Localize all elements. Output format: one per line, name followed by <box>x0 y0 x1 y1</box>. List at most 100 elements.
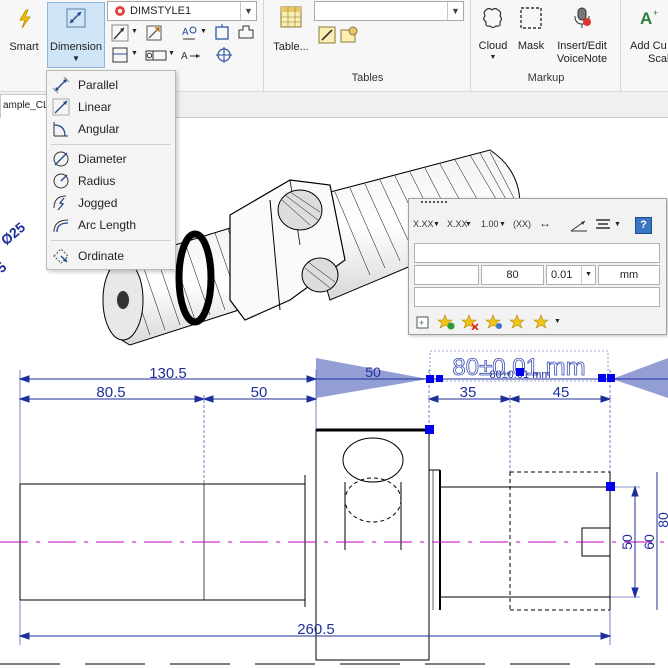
cloud-button[interactable]: Cloud ▼ <box>474 2 512 66</box>
mask-button[interactable]: Mask <box>514 2 548 64</box>
dim-130-5: 130.5 <box>149 365 187 382</box>
table-button[interactable]: Table... <box>268 2 314 64</box>
svg-text:A: A <box>640 9 652 28</box>
chevron-down-icon[interactable]: ▼ <box>433 221 440 228</box>
crosshair-icon[interactable] <box>215 46 233 64</box>
edit-favorite-icon[interactable] <box>485 314 503 330</box>
mask-icon <box>520 7 542 29</box>
dim-50: 50 <box>251 384 268 401</box>
chevron-down-icon[interactable]: ▼ <box>465 221 472 228</box>
unit-field[interactable]: mm <box>598 265 660 285</box>
add-favorite-icon[interactable] <box>437 314 455 330</box>
suffix-field[interactable] <box>414 287 660 307</box>
grips[interactable] <box>425 368 615 491</box>
chevron-down-icon[interactable]: ▼ <box>131 50 138 57</box>
help-button[interactable]: ? <box>635 217 652 234</box>
menu-item-ordinate[interactable]: Ordinate <box>47 245 175 267</box>
chevron-down-icon[interactable]: ▼ <box>168 50 175 57</box>
menu-label: Linear <box>78 100 112 114</box>
diameter-dim-icon <box>53 151 69 167</box>
table-properties-icon[interactable] <box>340 26 358 44</box>
chevron-down-icon[interactable]: ▼ <box>499 221 506 228</box>
dim-35: 35 <box>460 384 477 401</box>
menu-label: Parallel <box>78 78 119 92</box>
menu-item-parallel[interactable]: Parallel <box>47 74 175 96</box>
dimstyle-icon <box>115 6 125 16</box>
tables-group-label: Tables <box>351 72 384 84</box>
menu-item-linear[interactable]: Linear <box>47 96 175 118</box>
datum-icon[interactable] <box>213 24 231 42</box>
menu-item-angular[interactable]: Angular <box>47 118 175 140</box>
dim-80-5: 80.5 <box>96 384 125 401</box>
add-label-2: Scal <box>648 53 668 65</box>
cloud-label: Cloud <box>478 40 508 52</box>
frame-icon[interactable] <box>111 46 129 64</box>
chevron-down-icon[interactable]: ▼ <box>447 2 463 20</box>
mask-label: Mask <box>517 40 545 52</box>
dim-80-vertical: 80 <box>655 512 668 528</box>
preview-arrow-right <box>612 358 668 398</box>
table-icon <box>280 6 302 28</box>
document-tab[interactable]: ample_CL <box>0 94 48 118</box>
menu-item-jogged[interactable]: Jogged <box>47 192 175 214</box>
favorites-list-icon[interactable] <box>533 314 551 330</box>
insert-symbol-icon[interactable]: + <box>415 314 431 330</box>
chevron-down-icon: ▼ <box>72 54 80 63</box>
dim-diameter-25: Ø25 <box>0 219 28 248</box>
chevron-down-icon: ▼ <box>489 54 497 61</box>
dimension-label: Dimension <box>50 41 102 53</box>
surface-texture-icon[interactable] <box>237 24 255 42</box>
dimension-button[interactable]: Dimension ▼ <box>47 2 105 68</box>
chevron-down-icon[interactable]: ▼ <box>581 266 595 284</box>
chevron-down-icon[interactable]: ▼ <box>200 28 207 35</box>
table-style-select[interactable]: ▼ <box>314 1 464 21</box>
smart-button[interactable]: Smart <box>4 2 44 64</box>
add-scale-icon: A + <box>640 8 658 28</box>
menu-label: Arc Length <box>78 218 137 232</box>
dimension-dropdown-menu: Parallel Linear Angular Diameter Radius … <box>46 70 176 270</box>
table-label: Table... <box>273 41 309 53</box>
leader-icon[interactable] <box>111 24 129 42</box>
chevron-down-icon[interactable]: ▼ <box>614 221 621 228</box>
prefix-field[interactable] <box>414 243 660 263</box>
add-custom-scale-button[interactable]: A + Add Cu Scal <box>624 2 668 68</box>
balloon-icon[interactable]: A <box>180 24 198 42</box>
chevron-down-icon[interactable]: ▼ <box>131 28 138 35</box>
dimstyle-select[interactable]: DIMSTYLE1 ▼ <box>107 1 257 21</box>
menu-label: Radius <box>78 174 116 188</box>
markup-group-label: Markup <box>527 72 565 84</box>
favorite-icon[interactable] <box>509 314 527 330</box>
arrow-style-icon[interactable] <box>569 217 589 233</box>
menu-item-arc-length[interactable]: Arc Length <box>47 214 175 236</box>
menu-item-radius[interactable]: Radius <box>47 170 175 192</box>
format-xxx-button[interactable]: X.XX <box>413 219 434 235</box>
format-precision-button[interactable]: 1.00 <box>481 219 499 235</box>
dimstyle-value: DIMSTYLE1 <box>130 5 192 17</box>
menu-label: Ordinate <box>78 249 125 263</box>
panel-grip[interactable] <box>421 201 447 207</box>
format-reference-button[interactable]: (XX) <box>513 219 531 235</box>
menu-item-diameter[interactable]: Diameter <box>47 148 175 170</box>
dim-260-5: 260.5 <box>297 621 335 638</box>
weld-symbol-icon[interactable] <box>145 24 163 42</box>
before-field[interactable] <box>414 265 479 285</box>
dimension-text-panel: X.XX ▼ X.XX ▼ 1.00 ▼ (XX) ↔ ▼ ? 80 0.01 … <box>408 198 667 335</box>
tolerance-value: 0.01 <box>551 269 573 281</box>
value-field[interactable]: 80 <box>481 265 544 285</box>
edit-table-icon[interactable] <box>318 26 336 44</box>
text-arrow-icon[interactable]: A <box>180 46 202 64</box>
svg-text:+: + <box>653 8 658 18</box>
linear-dim-icon <box>52 98 70 116</box>
arc-length-icon <box>53 219 69 233</box>
format-arrows-button[interactable]: ↔ <box>539 216 551 232</box>
menu-label: Jogged <box>78 196 118 210</box>
add-label-1: Add Cu <box>630 40 667 52</box>
chevron-down-icon[interactable]: ▼ <box>554 318 561 325</box>
chevron-down-icon[interactable]: ▼ <box>240 2 256 20</box>
remove-favorite-icon[interactable] <box>461 314 479 330</box>
align-icon[interactable] <box>595 218 611 232</box>
voice-label-1: Insert/Edit <box>557 40 607 52</box>
feature-control-icon[interactable] <box>145 46 167 64</box>
voice-note-button[interactable]: Insert/Edit VoiceNote <box>551 2 613 68</box>
tolerance-field[interactable]: 0.01 ▼ <box>546 265 596 285</box>
